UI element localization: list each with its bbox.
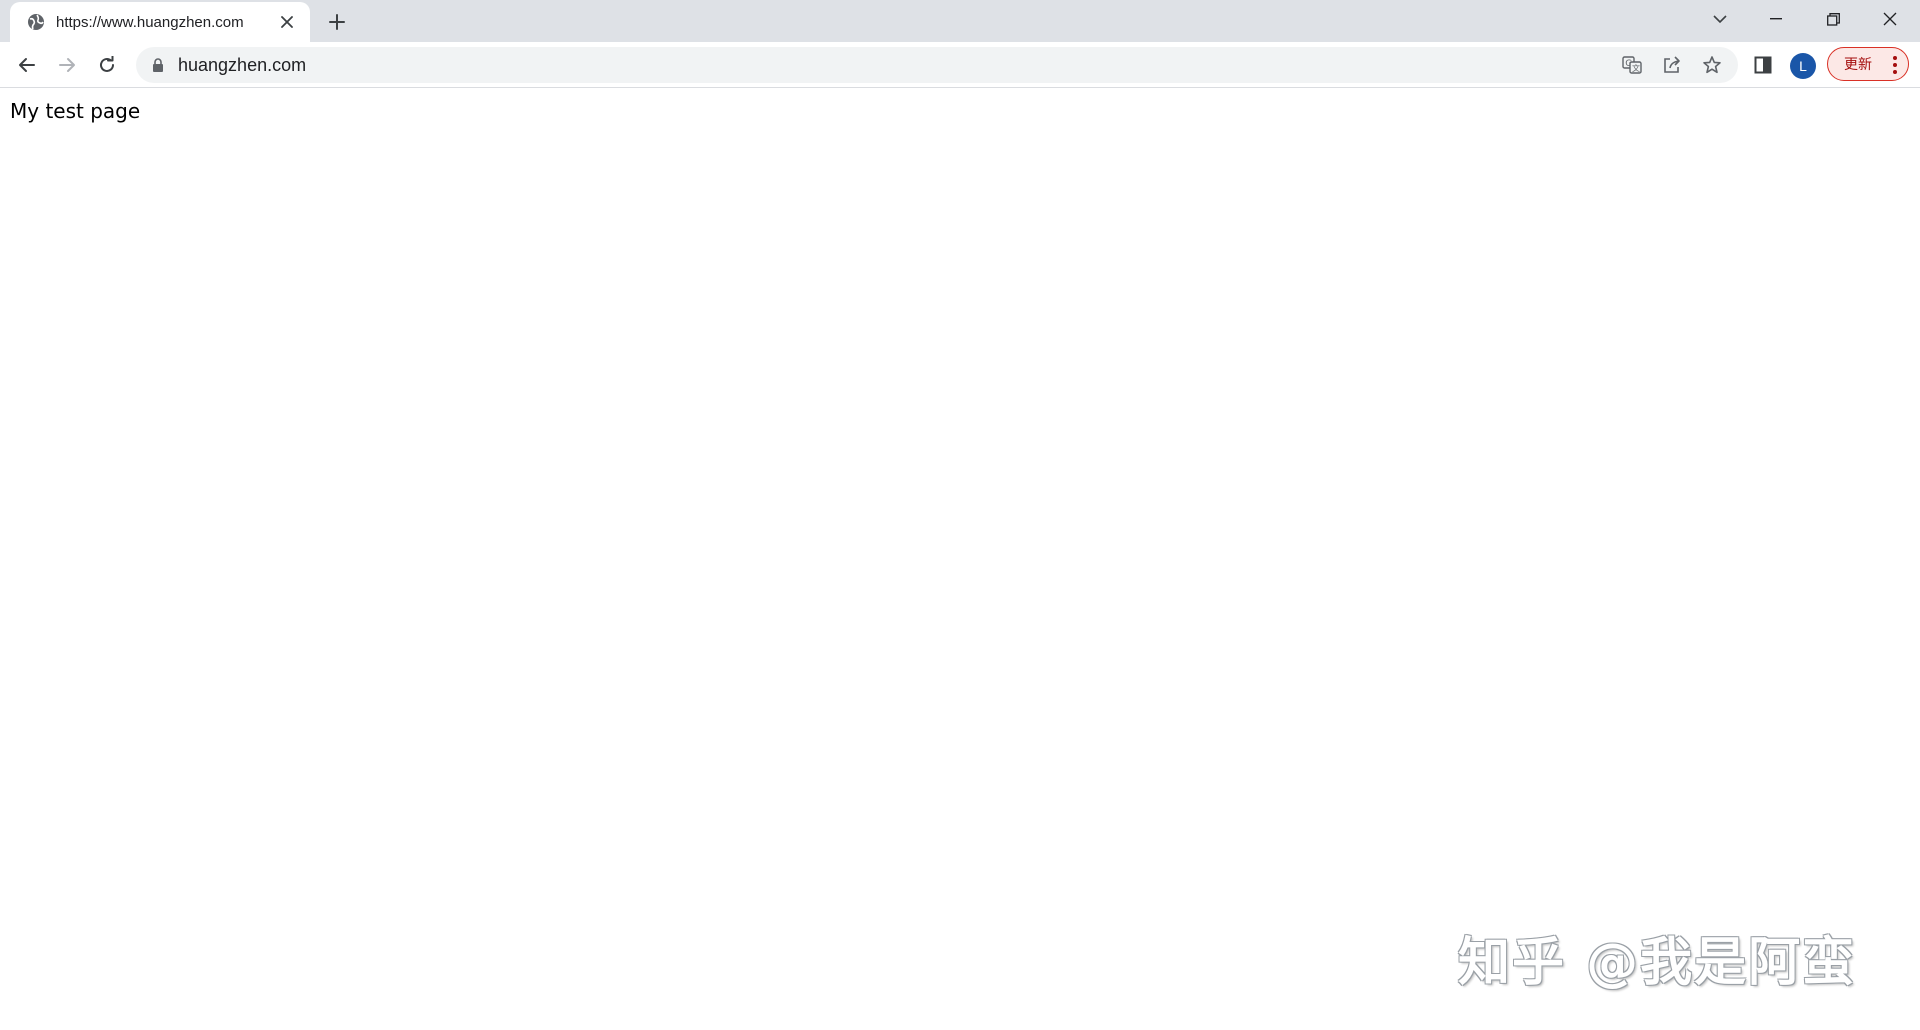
plus-icon — [329, 14, 345, 30]
profile-avatar[interactable]: L — [1790, 53, 1816, 79]
translate-icon[interactable]: G 文 — [1619, 52, 1645, 78]
update-label: 更新 — [1844, 56, 1872, 72]
star-icon[interactable] — [1699, 52, 1725, 78]
new-tab-button[interactable] — [323, 8, 351, 36]
kebab-menu-icon — [1892, 56, 1898, 74]
tab-title: https://www.huangzhen.com — [56, 13, 244, 31]
back-button[interactable] — [11, 49, 43, 81]
tab-search-button[interactable] — [1692, 0, 1748, 38]
minimize-icon — [1770, 18, 1782, 20]
minimize-button[interactable] — [1748, 0, 1804, 38]
window-close-button[interactable] — [1862, 0, 1918, 38]
browser-tab[interactable]: https://www.huangzhen.com — [10, 2, 310, 42]
watermark: 知乎 @我是阿蛮 — [1458, 933, 1857, 993]
forward-button[interactable] — [51, 49, 83, 81]
browser-toolbar: huangzhen.com G 文 L 更新 — [0, 42, 1920, 88]
restore-button[interactable] — [1805, 0, 1861, 38]
svg-text:文: 文 — [1632, 63, 1640, 73]
side-panel-icon[interactable] — [1749, 51, 1777, 79]
reload-button[interactable] — [91, 49, 123, 81]
share-icon[interactable] — [1659, 52, 1685, 78]
globe-icon — [26, 12, 46, 32]
lock-icon[interactable] — [150, 57, 166, 73]
close-icon[interactable] — [276, 11, 298, 33]
arrow-right-icon — [58, 56, 76, 74]
restore-icon — [1826, 12, 1840, 26]
page-heading-text: My test page — [10, 99, 141, 123]
address-bar[interactable]: huangzhen.com G 文 — [136, 47, 1738, 83]
page-content: My test page — [0, 89, 1920, 1030]
arrow-left-icon — [18, 56, 36, 74]
tab-strip: https://www.huangzhen.com — [0, 0, 1920, 42]
update-button[interactable]: 更新 — [1827, 47, 1909, 81]
reload-icon — [98, 56, 116, 74]
close-icon — [1883, 12, 1897, 26]
url-text[interactable]: huangzhen.com — [178, 47, 306, 83]
chevron-down-icon — [1713, 14, 1727, 24]
